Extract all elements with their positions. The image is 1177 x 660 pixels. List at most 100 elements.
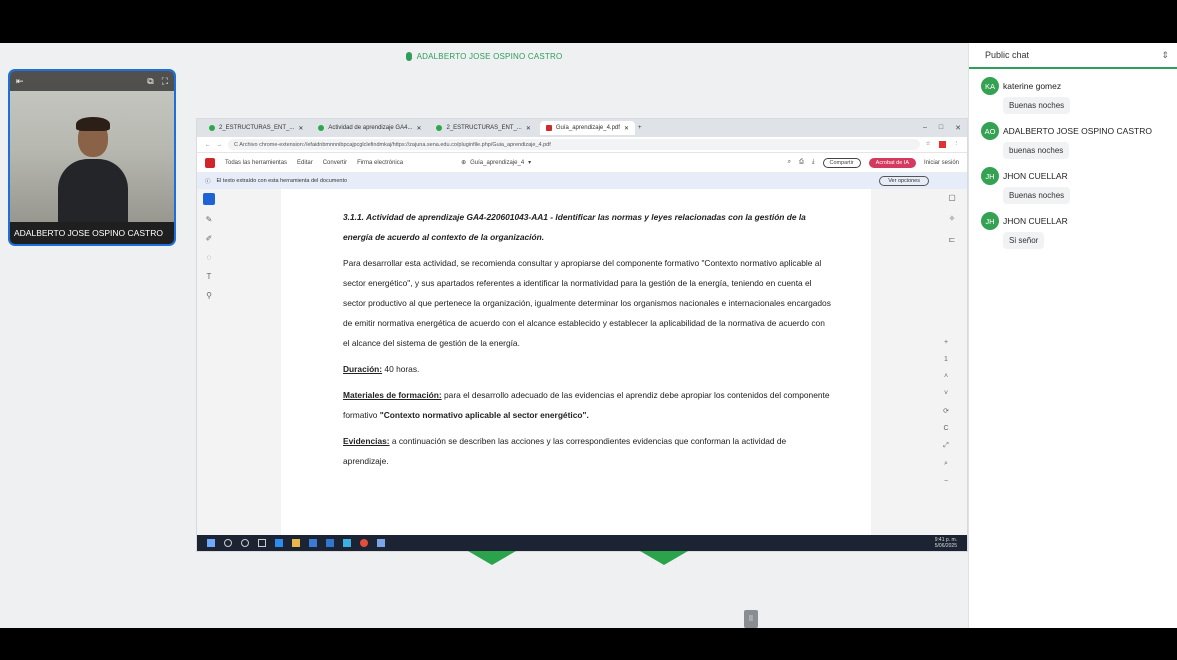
notice-button[interactable]: Ver opciones <box>879 176 929 186</box>
refresh-icon[interactable]: C <box>943 425 948 432</box>
zoom-out-icon[interactable]: − <box>944 478 948 485</box>
url-input[interactable]: C Archivo chrome-extension://efaidnbmnnn… <box>228 139 920 150</box>
activity-heading: 3.1.1. Actividad de aprendizaje GA4-2206… <box>343 212 806 242</box>
sign-in-link[interactable]: Iniciar sesión <box>924 160 959 166</box>
chat-message: AO ADALBERTO JOSE OSPINO CASTRO buenas n… <box>969 122 1177 159</box>
popout-icon[interactable]: ⧉ <box>147 76 153 87</box>
toolbar-item-all-tools[interactable]: Todas las herramientas <box>225 160 287 166</box>
activity-paragraph: Para desarrollar esta actividad, se reco… <box>343 258 831 348</box>
chat-message: KA katerine gomez Buenas noches <box>969 77 1177 114</box>
extension-icon[interactable] <box>938 141 946 148</box>
chat-text: Si señor <box>1003 232 1045 249</box>
fullscreen-icon[interactable]: ⛶ <box>162 76 168 87</box>
new-tab-button[interactable]: + <box>638 125 642 131</box>
windows-taskbar: 9:41 p. m. 5/06/2025 <box>197 535 967 551</box>
chat-text: buenas noches <box>1003 142 1070 159</box>
chevron-down-icon[interactable]: ˅ <box>944 390 948 397</box>
download-icon[interactable]: ⤓ <box>812 159 815 166</box>
comment-icon[interactable]: ✎ <box>206 215 213 224</box>
meeting-area: ADALBERTO JOSE OSPINO CASTRO ⇤ ⧉ ⛶ ADALB… <box>0 43 1177 628</box>
cortana-icon[interactable] <box>241 539 249 547</box>
mail-icon[interactable] <box>326 539 334 547</box>
decorative-shape <box>640 551 688 565</box>
notice-bar: ⓘ El texto extraído con esta herramienta… <box>197 173 967 189</box>
info-icon: ⓘ <box>205 179 211 185</box>
windows-start-icon[interactable] <box>207 539 215 547</box>
app-icon[interactable] <box>377 539 385 547</box>
materials-line: Materiales de formación: para el desarro… <box>343 390 830 420</box>
acrobat-logo-icon <box>205 157 215 168</box>
acrobat-ai-button[interactable]: Acrobat de IA <box>868 157 916 168</box>
webcam-name-label: ADALBERTO JOSE OSPINO CASTRO <box>10 222 174 244</box>
pdf-filename[interactable]: ⊕ Guía_aprendizaje_4 ▾ <box>461 159 531 167</box>
stamp-icon[interactable]: ⚲ <box>206 291 212 300</box>
search-taskbar-icon[interactable] <box>224 539 232 547</box>
search-icon[interactable]: ⌕ <box>788 159 791 166</box>
pdf-page: 3.1.1. Actividad de aprendizaje GA4-2206… <box>281 189 871 535</box>
ai-assistant-icon[interactable]: ✧ <box>949 214 956 223</box>
fit-icon[interactable]: ⤢ <box>943 442 949 450</box>
pdf-toolbar: Todas las herramientas Editar Convertir … <box>197 153 967 173</box>
menu-icon[interactable]: ⋮ <box>954 141 960 148</box>
edge-icon[interactable] <box>275 539 283 547</box>
chevron-up-icon[interactable]: ˄ <box>944 373 948 380</box>
file-explorer-icon[interactable] <box>292 539 300 547</box>
taskbar-clock: 9:41 p. m. 5/06/2025 <box>934 537 957 549</box>
chat-sender: JHON CUELLAR <box>1003 171 1068 181</box>
chat-panel: Public chat ⇕ KA katerine gomez Buenas n… <box>968 43 1177 628</box>
close-window-button[interactable]: ✕ <box>955 124 961 132</box>
avatar: JH <box>981 212 999 230</box>
draw-icon[interactable]: ◌ <box>207 253 212 262</box>
presenter-bar: ADALBERTO JOSE OSPINO CASTRO <box>0 43 968 69</box>
pdf-viewer: ✎ ✐ ◌ T ⚲ 3.1.1. Actividad de aprendizaj… <box>197 189 967 535</box>
browser-tab[interactable]: 2_ESTRUCTURAS_ENT_... ✕ <box>203 121 309 135</box>
task-view-icon[interactable] <box>258 539 266 547</box>
right-toolbar: ▢ ✧ ⊏ <box>943 193 961 244</box>
store-icon[interactable] <box>309 539 317 547</box>
pdf-favicon-icon <box>545 125 552 131</box>
avatar: JH <box>981 167 999 185</box>
add-page-icon[interactable]: + <box>944 339 948 346</box>
text-icon[interactable]: T <box>207 272 212 281</box>
zoom-icon[interactable]: ⌕ <box>944 460 948 468</box>
webcam-person <box>58 111 128 239</box>
avatar: AO <box>981 122 999 140</box>
highlight-icon[interactable]: ✐ <box>206 234 213 243</box>
chat-message: JH JHON CUELLAR Si señor <box>969 212 1177 249</box>
minimize-window-button[interactable]: – <box>923 124 927 132</box>
page-number: 1 <box>944 356 948 363</box>
toolbar-item-convert[interactable]: Convertir <box>323 160 347 166</box>
maximize-window-button[interactable]: □ <box>939 124 943 132</box>
browser-tab[interactable]: Actividad de aprendizaje GA4... ✕ <box>312 121 427 135</box>
toolbar-item-edit[interactable]: Editar <box>297 160 313 166</box>
webcam-tile[interactable]: ⇤ ⧉ ⛶ ADALBERTO JOSE OSPINO CASTRO <box>8 69 176 246</box>
chat-text: Buenas noches <box>1003 187 1071 204</box>
rotate-icon[interactable]: ⟳ <box>943 407 949 415</box>
browser-tab[interactable]: 2_ESTRUCTURAS_ENT_... ✕ <box>430 121 536 135</box>
browser-tab-active[interactable]: Guía_aprendizaje_4.pdf ✕ <box>539 121 635 135</box>
cursor-tool-icon[interactable] <box>203 193 215 205</box>
webcam-video <box>10 71 174 244</box>
chat-message: JH JHON CUELLAR Buenas noches <box>969 167 1177 204</box>
chrome-icon[interactable] <box>360 539 368 547</box>
back-icon[interactable]: ← <box>205 142 211 148</box>
bookmark-panel-icon[interactable]: ⊏ <box>949 235 956 244</box>
presenter-name: ADALBERTO JOSE OSPINO CASTRO <box>416 51 563 61</box>
toolbar-item-sign[interactable]: Firma electrónica <box>357 160 403 166</box>
chat-sender: katerine gomez <box>1003 81 1062 91</box>
chat-options-icon[interactable]: ⇕ <box>1161 50 1169 61</box>
bookmark-icon[interactable]: ☆ <box>926 141 931 148</box>
tab-favicon-icon <box>318 125 325 131</box>
chat-text: Buenas noches <box>1003 97 1071 114</box>
page-navigation: + 1 ˄ ˅ ⟳ C ⤢ ⌕ − <box>939 339 953 485</box>
print-icon[interactable]: ⎙ <box>799 159 804 166</box>
share-button[interactable]: Compartir <box>822 157 861 168</box>
duration-line: Duración: 40 horas. <box>343 364 420 374</box>
app-icon[interactable] <box>343 539 351 547</box>
minimize-icon[interactable]: ⇤ <box>16 76 24 87</box>
resize-handle[interactable]: ⠿ <box>744 610 758 628</box>
comment-panel-icon[interactable]: ▢ <box>948 193 956 202</box>
webcam-controls: ⇤ ⧉ ⛶ <box>10 71 174 91</box>
forward-icon[interactable]: → <box>217 142 223 148</box>
shared-screen: 2_ESTRUCTURAS_ENT_... ✕ Actividad de apr… <box>197 119 967 551</box>
